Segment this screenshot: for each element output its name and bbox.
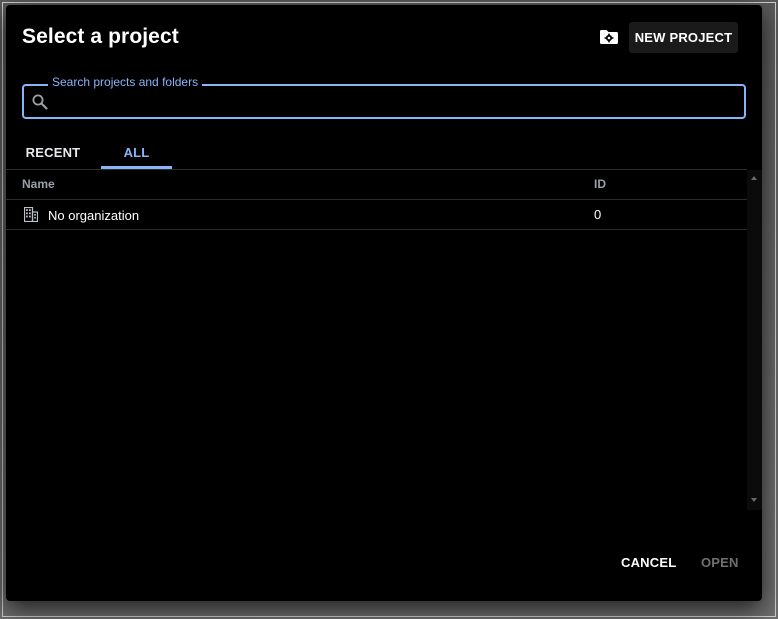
column-header-name[interactable]: Name (22, 177, 55, 191)
dialog-title: Select a project (22, 25, 179, 48)
table-scrollbar[interactable] (747, 170, 762, 510)
row-id: 0 (594, 207, 602, 222)
search-icon (32, 94, 48, 110)
column-header-id[interactable]: ID (594, 177, 606, 191)
folder-settings-button[interactable] (596, 25, 622, 49)
scroll-up-arrow-icon[interactable] (751, 176, 757, 180)
search-field-label: Search projects and folders (48, 75, 203, 89)
scroll-down-arrow-icon[interactable] (751, 498, 757, 502)
table-row[interactable]: No organization 0 (6, 200, 747, 230)
table-header: Name ID (6, 170, 747, 200)
tab-all[interactable]: ALL (101, 135, 172, 169)
search-input[interactable] (58, 90, 742, 116)
select-project-dialog: Select a project NEW PROJECT Search proj… (6, 5, 762, 601)
folder-gear-icon (600, 30, 618, 44)
row-name: No organization (48, 208, 140, 223)
cancel-button[interactable]: CANCEL (621, 555, 676, 570)
tab-recent[interactable]: RECENT (14, 135, 92, 169)
new-project-button[interactable]: NEW PROJECT (629, 22, 738, 53)
organization-building-icon (24, 207, 38, 222)
open-button[interactable]: OPEN (701, 555, 739, 570)
search-field[interactable]: Search projects and folders (22, 75, 746, 119)
projects-table: Name ID No organization 0 (6, 170, 747, 230)
